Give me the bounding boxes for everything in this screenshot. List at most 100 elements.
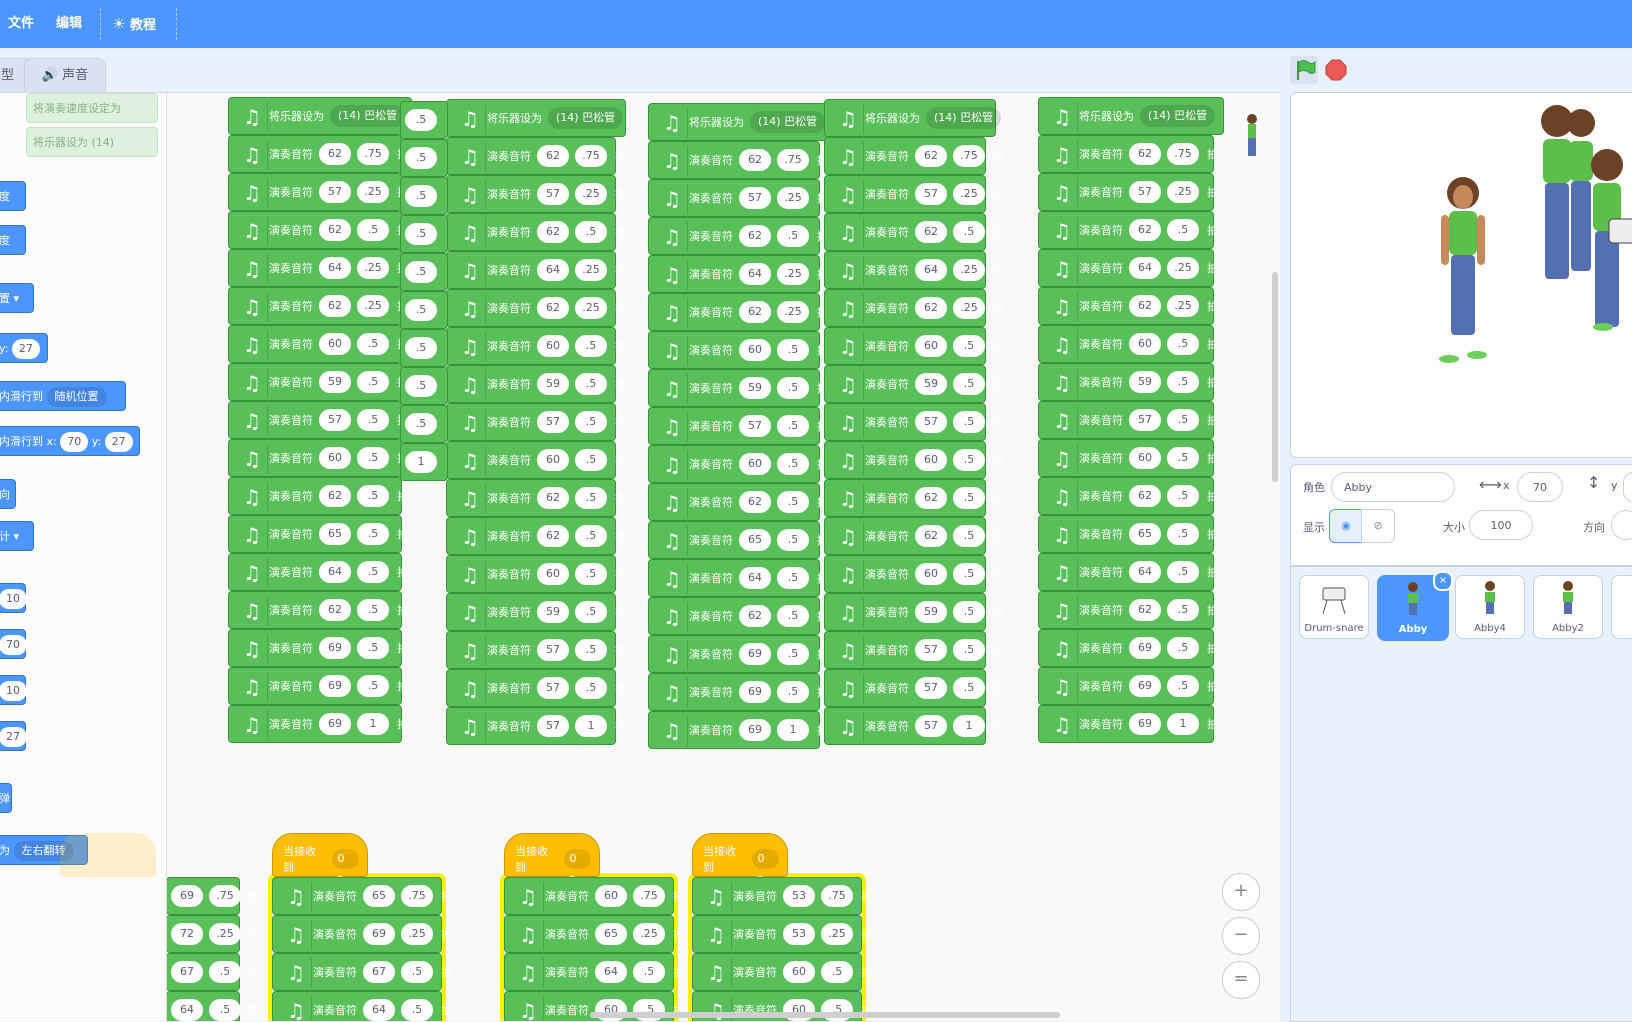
note-input[interactable]: 62 bbox=[915, 525, 947, 547]
play-note-block[interactable]: ♫ 演奏音符 69 .5 拍 bbox=[1038, 629, 1218, 667]
show-button[interactable]: ◉ bbox=[1329, 509, 1363, 543]
beats-input[interactable]: .75 bbox=[357, 143, 389, 165]
message-dropdown[interactable]: 0 ▾ bbox=[563, 849, 591, 885]
sprite-name-input[interactable]: Abby bbox=[1331, 472, 1455, 502]
beats-input[interactable]: .5 bbox=[209, 961, 241, 983]
note-input[interactable]: 62 bbox=[739, 301, 771, 323]
play-note-block[interactable]: ♫演奏音符 57 .5 拍 bbox=[1038, 401, 1218, 439]
play-note-block[interactable]: ♫演奏音符 57 .25 拍 bbox=[824, 175, 1004, 213]
note-input[interactable]: 62 bbox=[1129, 485, 1161, 507]
beats-input[interactable]: .75 bbox=[1167, 143, 1199, 165]
beats-input[interactable]: .25 bbox=[633, 923, 665, 945]
note-input[interactable]: 59 bbox=[915, 601, 947, 623]
beats-input[interactable]: .25 bbox=[953, 183, 985, 205]
note-input[interactable]: 62 bbox=[319, 599, 351, 621]
play-note-block[interactable]: ♫演奏音符59.5拍 bbox=[824, 593, 1004, 631]
note-input[interactable]: 60 bbox=[915, 335, 947, 357]
beats-input[interactable]: .25 bbox=[953, 297, 985, 319]
stop-button[interactable] bbox=[1324, 58, 1348, 82]
play-note-block[interactable]: ♫演奏音符59.5拍 bbox=[228, 363, 408, 401]
beats-input[interactable]: .5 bbox=[357, 219, 389, 241]
palette-turn-right-block[interactable]: 度 bbox=[0, 181, 26, 211]
beats-input[interactable]: .5 bbox=[1167, 371, 1199, 393]
beats-input[interactable]: .5 bbox=[575, 411, 607, 433]
note-input[interactable]: 62 bbox=[319, 143, 351, 165]
palette-point-towards-block[interactable]: 计 ▾ bbox=[0, 521, 34, 551]
play-note-block[interactable]: 67 .5 拍 bbox=[166, 953, 258, 991]
play-note-block[interactable]: 69 .75 拍 bbox=[166, 877, 258, 915]
tab-sounds[interactable]: 🔊 声音 bbox=[24, 58, 106, 93]
delete-sprite-icon[interactable]: × bbox=[1433, 571, 1453, 591]
note-input[interactable]: 57 bbox=[915, 639, 947, 661]
note-input[interactable]: 69 bbox=[739, 719, 771, 741]
beats-input[interactable]: .5 bbox=[777, 605, 809, 627]
note-input[interactable]: 64 bbox=[1129, 561, 1161, 583]
beats-input[interactable]: .5 bbox=[1167, 333, 1199, 355]
beats-input[interactable]: .5 bbox=[1167, 523, 1199, 545]
note-input[interactable]: 57 bbox=[537, 715, 569, 737]
note-stack[interactable]: ♫将乐器设为(14) 巴松管♫演奏音符62.75拍♫演奏音符57.25拍♫演奏音… bbox=[824, 99, 1004, 745]
code-workspace[interactable]: 将演奏速度设定为 将乐器设为 (14) 度 度 置 ▾ y: 27 内滑行到 随… bbox=[0, 92, 1280, 1021]
beats-input[interactable]: .5 bbox=[357, 371, 389, 393]
play-note-block[interactable]: ♫演奏音符60.5拍 bbox=[824, 327, 1004, 365]
note-input[interactable]: 69 bbox=[319, 637, 351, 659]
size-input[interactable]: 100 bbox=[1469, 510, 1533, 540]
beats-input[interactable]: .5 bbox=[405, 185, 437, 207]
play-note-block[interactable]: ♫ 演奏音符 65 .75 拍 bbox=[272, 877, 452, 915]
set-instrument-block[interactable]: ♫ 将乐器设为 (14) 巴松管 bbox=[648, 103, 830, 141]
block-palette[interactable]: 将演奏速度设定为 将乐器设为 (14) 度 度 置 ▾ y: 27 内滑行到 随… bbox=[0, 93, 167, 1021]
beats-input[interactable]: .5 bbox=[953, 563, 985, 585]
play-note-block[interactable]: ♫演奏音符62.5拍 bbox=[1038, 211, 1218, 249]
play-note-block[interactable]: ♫演奏音符62.5拍 bbox=[824, 517, 1004, 555]
play-note-block[interactable]: ♫演奏音符62.25拍 bbox=[446, 289, 626, 327]
beats-input[interactable]: .5 bbox=[953, 221, 985, 243]
play-note-block[interactable]: ♫演奏音符 64 .25 拍 bbox=[824, 251, 1004, 289]
note-input[interactable]: 59 bbox=[915, 373, 947, 395]
play-note-block[interactable]: ♫演奏音符62.25拍 bbox=[1038, 287, 1218, 325]
palette-change-x-block[interactable]: 10 bbox=[0, 583, 27, 613]
menu-file[interactable]: 文件 bbox=[8, 0, 34, 48]
beats-input[interactable]: .5 bbox=[575, 639, 607, 661]
note-input[interactable]: 60 bbox=[915, 563, 947, 585]
palette-set-x-block[interactable]: 70 bbox=[0, 629, 27, 659]
play-note-block[interactable]: ♫ 演奏音符 65 .5 拍 bbox=[228, 515, 408, 553]
instrument-dropdown[interactable]: (14) 巴松管 bbox=[1140, 105, 1216, 127]
beats-input[interactable]: .5 bbox=[357, 447, 389, 469]
set-instrument-block[interactable]: ♫ 将乐器设为 (14) 巴松管 bbox=[228, 97, 412, 135]
note-input[interactable]: 60 bbox=[319, 333, 351, 355]
beats-input[interactable]: .25 bbox=[209, 923, 241, 945]
play-note-block[interactable]: ♫演奏音符59.5拍 bbox=[1038, 363, 1218, 401]
play-note-block[interactable]: ♫演奏音符60.5拍 bbox=[446, 555, 626, 593]
beats-input[interactable]: .5 bbox=[405, 223, 437, 245]
note-input[interactable]: 62 bbox=[915, 145, 947, 167]
beats-input[interactable]: .25 bbox=[575, 297, 607, 319]
play-note-block[interactable]: ♫演奏音符62.5拍 bbox=[648, 217, 828, 255]
note-input[interactable]: 62 bbox=[739, 149, 771, 171]
instrument-dropdown[interactable]: (14) 巴松管 bbox=[330, 105, 406, 127]
play-note-block[interactable]: ♫ 演奏音符 60 .75 拍 bbox=[504, 877, 684, 915]
play-note-block[interactable]: ♫演奏音符60.5拍 bbox=[228, 325, 408, 363]
palette-turn-left-block[interactable]: 度 bbox=[0, 225, 26, 255]
note-input[interactable]: 72 bbox=[171, 923, 203, 945]
sprite-card-drum-snare[interactable]: Drum-snare bbox=[1299, 575, 1369, 639]
note-input[interactable]: 57 bbox=[739, 187, 771, 209]
note-input[interactable]: 69 bbox=[363, 923, 395, 945]
beats-input[interactable]: .5 bbox=[357, 485, 389, 507]
beats-input[interactable]: .25 bbox=[357, 257, 389, 279]
play-note-block[interactable]: ♫ 演奏音符 53 .75 拍 bbox=[692, 877, 872, 915]
beats-input[interactable]: .5 bbox=[405, 299, 437, 321]
note-input[interactable]: 60 bbox=[739, 453, 771, 475]
beats-input[interactable]: .25 bbox=[401, 923, 433, 945]
note-input[interactable]: 62 bbox=[1129, 295, 1161, 317]
play-note-block[interactable]: ♫演奏音符62.5拍 bbox=[648, 483, 828, 521]
beats-input[interactable]: .5 bbox=[575, 221, 607, 243]
play-note-block[interactable]: ♫演奏音符62.25拍 bbox=[648, 293, 828, 331]
play-note-block[interactable]: ♫演奏音符62.5拍 bbox=[446, 479, 626, 517]
note-input[interactable]: 62 bbox=[537, 221, 569, 243]
play-note-block[interactable]: ♫演奏音符 57 .5 拍 bbox=[446, 631, 626, 669]
note-input[interactable]: 60 bbox=[537, 335, 569, 357]
palette-goto-block[interactable]: 置 ▾ bbox=[0, 283, 34, 313]
beats-input[interactable]: .5 bbox=[575, 525, 607, 547]
note-input[interactable]: 69 bbox=[171, 885, 203, 907]
sprite-card-abby[interactable]: Abby × bbox=[1377, 571, 1453, 641]
